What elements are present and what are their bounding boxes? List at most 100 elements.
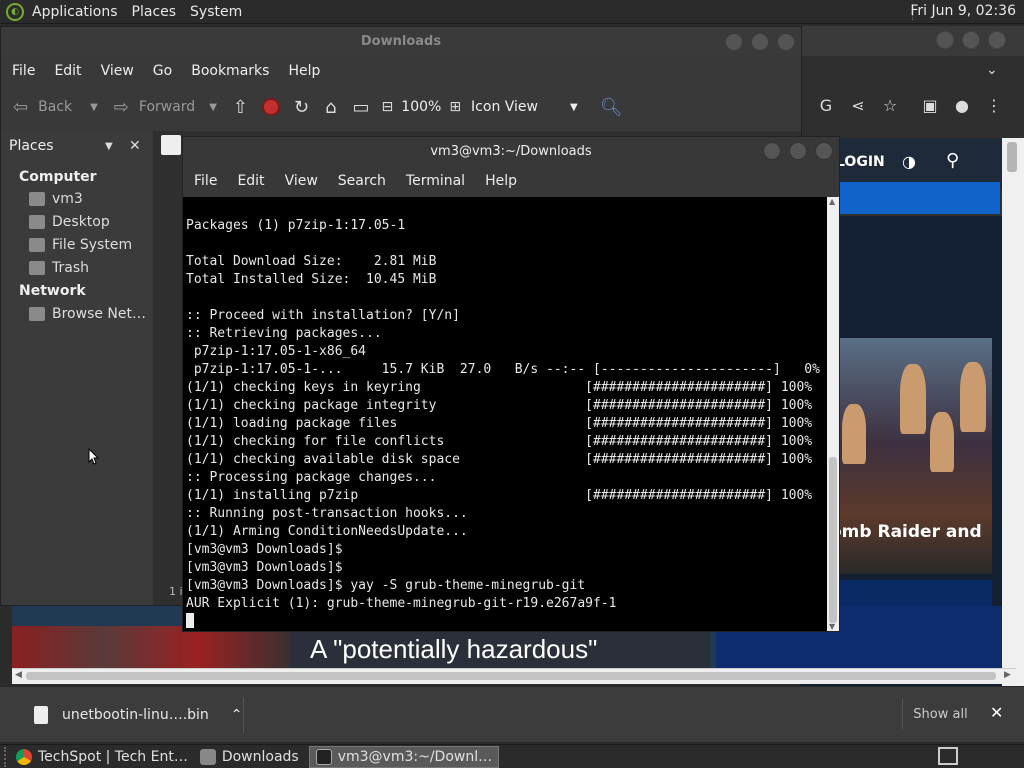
- search-icon[interactable]: ⚲: [946, 150, 959, 171]
- tab-list-chevron-icon[interactable]: ⌄: [986, 62, 998, 78]
- forward-button[interactable]: ⇨ Forward ▼: [114, 97, 217, 118]
- menu-file[interactable]: File: [194, 173, 217, 189]
- dropdown-arrow-icon[interactable]: ▼: [105, 141, 113, 152]
- download-item[interactable]: unetbootin-linu….bin ⌃: [10, 697, 244, 733]
- close-button[interactable]: [777, 33, 795, 51]
- menu-file[interactable]: File: [12, 63, 35, 79]
- view-mode-select[interactable]: ⊞ Icon View ▼: [449, 99, 577, 115]
- menu-edit[interactable]: Edit: [237, 173, 264, 189]
- google-icon[interactable]: G: [816, 96, 836, 116]
- reload-button[interactable]: ↻: [294, 97, 309, 118]
- browser-titlebar: [800, 26, 1024, 56]
- sidebar-item-trash[interactable]: Trash: [29, 260, 89, 276]
- scroll-up-icon[interactable]: ▲: [829, 197, 835, 206]
- terminal-line: p7zip-1:17.05-1-... 15.7 KiB 27.0 B/s --…: [186, 362, 820, 377]
- menu-help[interactable]: Help: [288, 63, 320, 79]
- hero-image[interactable]: omb Raider and: [830, 338, 992, 574]
- mouse-pointer-icon: [88, 447, 100, 466]
- download-filename[interactable]: unetbootin-linu….bin: [62, 707, 209, 723]
- terminal-line: (1/1) installing p7zip [################…: [186, 488, 813, 503]
- up-button[interactable]: ⇧: [233, 97, 248, 118]
- text-cursor: [186, 613, 194, 628]
- theme-toggle-icon[interactable]: ◑: [902, 152, 916, 171]
- terminal-line: (1/1) checking available disk space [###…: [186, 452, 813, 467]
- scroll-right-icon[interactable]: ▶: [1004, 670, 1011, 680]
- close-button[interactable]: [988, 31, 1006, 49]
- clock[interactable]: Fri Jun 9, 02:36: [910, 3, 1016, 19]
- sidebar-item-vm3[interactable]: vm3: [29, 191, 83, 207]
- terminal-line: p7zip-1:17.05-1-x86_64: [186, 344, 367, 359]
- menu-search[interactable]: Search: [338, 173, 386, 189]
- computer-button[interactable]: ▭: [353, 97, 370, 118]
- menu-view[interactable]: View: [285, 173, 318, 189]
- chrome-icon: [16, 749, 32, 765]
- reload-icon: ↻: [294, 96, 310, 118]
- task-browser[interactable]: TechSpot | Tech Ent…: [10, 746, 194, 768]
- terminal-line: :: Proceed with installation? [Y/n]: [186, 308, 460, 323]
- search-button[interactable]: 🔍︎: [600, 97, 623, 118]
- task-file-manager[interactable]: Downloads: [194, 746, 305, 768]
- window-title[interactable]: Downloads: [1, 27, 801, 57]
- article-headline[interactable]: A "potentially hazardous": [310, 634, 597, 665]
- terminal-line: (1/1) checking for file conflicts [#####…: [186, 434, 813, 449]
- maximize-button[interactable]: [751, 33, 769, 51]
- back-button[interactable]: ⇦ Back ▼: [13, 97, 98, 118]
- share-icon[interactable]: ⋖: [848, 96, 868, 116]
- page-scrollbar[interactable]: [1002, 138, 1024, 688]
- chevron-up-icon[interactable]: ⌃: [231, 707, 243, 723]
- terminal-line: (1/1) checking package integrity [######…: [186, 398, 813, 413]
- stop-icon[interactable]: [262, 98, 280, 116]
- menu-view[interactable]: View: [101, 63, 134, 79]
- bookmark-star-icon[interactable]: ☆: [880, 96, 900, 116]
- scroll-down-icon[interactable]: ▼: [829, 622, 835, 631]
- maximize-button[interactable]: [962, 31, 980, 49]
- maximize-button[interactable]: [789, 142, 807, 160]
- show-all-button[interactable]: Show all: [902, 699, 978, 729]
- terminal-icon: [315, 749, 332, 765]
- menu-edit[interactable]: Edit: [54, 63, 81, 79]
- menu-kebab-icon[interactable]: ⋮: [984, 96, 1004, 116]
- file-item-icon[interactable]: [161, 135, 181, 155]
- terminal-scrollbar[interactable]: ▲ ▼: [827, 197, 839, 631]
- scrollbar-thumb[interactable]: [829, 457, 837, 623]
- distro-logo-icon[interactable]: ◐: [6, 2, 24, 21]
- zoom-out-button[interactable]: ⊟ 100%: [382, 99, 442, 115]
- close-button[interactable]: [815, 142, 833, 160]
- close-icon[interactable]: ✕: [129, 138, 141, 154]
- sidebar-item-desktop[interactable]: Desktop: [29, 214, 110, 230]
- menu-bookmarks[interactable]: Bookmarks: [191, 63, 269, 79]
- terminal-output[interactable]: Packages (1) p7zip-1:17.05-1 Total Downlo…: [183, 197, 827, 631]
- home-button[interactable]: ⌂: [325, 97, 336, 118]
- menu-applications[interactable]: Applications: [32, 4, 118, 20]
- menu-go[interactable]: Go: [153, 63, 172, 79]
- menu-places[interactable]: Places: [132, 4, 177, 20]
- sidebar-item-browse-network[interactable]: Browse Net…: [29, 306, 146, 322]
- hero-caption[interactable]: omb Raider and: [830, 522, 990, 542]
- article-image[interactable]: [12, 626, 290, 668]
- horizontal-scrollbar[interactable]: ◀ ▶: [12, 668, 1016, 684]
- scrollbar-thumb[interactable]: [26, 672, 996, 680]
- sidebar-item-label: File System: [52, 237, 133, 253]
- sidebar-header[interactable]: Places ▼ ✕: [5, 135, 145, 157]
- minimize-button[interactable]: [763, 142, 781, 160]
- minimize-button[interactable]: [725, 33, 743, 51]
- side-panel-icon[interactable]: ▣: [920, 96, 940, 116]
- task-terminal[interactable]: vm3@vm3:~/Downl…: [308, 746, 500, 768]
- scrollbar-thumb[interactable]: [1007, 142, 1017, 172]
- sidebar-item-file-system[interactable]: File System: [29, 237, 132, 253]
- scroll-left-icon[interactable]: ◀: [15, 670, 22, 680]
- dropdown-arrow-icon[interactable]: ▼: [90, 102, 98, 113]
- show-desktop-icon[interactable]: [938, 747, 958, 765]
- forward-label: Forward: [138, 99, 196, 115]
- minimize-button[interactable]: [936, 31, 954, 49]
- hero-figure: [930, 412, 954, 472]
- close-icon[interactable]: ✕: [990, 703, 1003, 722]
- login-link[interactable]: LOGIN: [836, 154, 885, 170]
- menu-terminal[interactable]: Terminal: [406, 173, 465, 189]
- dropdown-arrow-icon[interactable]: ▼: [209, 102, 217, 113]
- menu-system[interactable]: System: [190, 4, 242, 20]
- menu-help[interactable]: Help: [485, 173, 517, 189]
- task-label: vm3@vm3:~/Downl…: [337, 749, 493, 765]
- window-title[interactable]: vm3@vm3:~/Downloads: [183, 137, 839, 167]
- profile-avatar-icon[interactable]: ●: [952, 96, 972, 116]
